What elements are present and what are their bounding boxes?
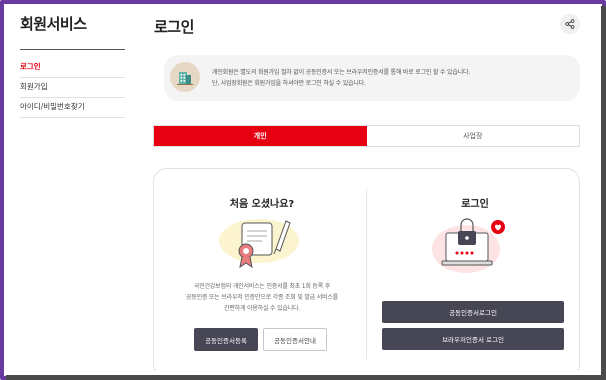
page-title: 로그인 [154, 18, 194, 36]
first-visit-description: 국민건강보험의 개인서비스는 인증서를 최초 1회 등록 후 공동인증 또는 브… [172, 281, 352, 314]
cert-guide-button[interactable]: 공동인증서안내 [263, 328, 327, 351]
sidebar-title: 회원서비스 [20, 15, 87, 33]
member-type-tabs: 개인 사업장 [153, 125, 580, 147]
share-icon [565, 19, 575, 29]
cert-register-button[interactable]: 공동인증서등록 [194, 328, 258, 351]
desc-line: 간편하게 이용하실 수 있습니다. [224, 305, 300, 312]
sidebar-item-login[interactable]: 로그인 [20, 61, 125, 78]
notice-line: 단, 사업장회원은 회원가입을 하셔야만 로그인 하실 수 있습니다. [212, 80, 366, 87]
desc-line: 공동인증 또는 브라우저 인증만으로 각종 조회 및 발급 서비스를 [186, 294, 338, 301]
column-divider [366, 189, 367, 359]
certificate-illustration [214, 209, 304, 274]
cert-login-button[interactable]: 공동인증서로그인 [382, 301, 564, 323]
desc-line: 국민건강보험의 개인서비스는 인증서를 최초 1회 등록 후 [193, 283, 331, 290]
notice-line: 개인회원은 별도의 회원가입 절차 없이 공동인증서 또는 브라우저인증서를 통… [212, 69, 470, 76]
building-icon [170, 62, 200, 92]
frame-shadow [601, 6, 606, 376]
tab-personal[interactable]: 개인 [154, 126, 367, 146]
notice-text: 개인회원은 별도의 회원가입 절차 없이 공동인증서 또는 브라우저인증서를 통… [212, 67, 470, 89]
notice-box: 개인회원은 별도의 회원가입 절차 없이 공동인증서 또는 브라우저인증서를 통… [164, 55, 580, 101]
browser-cert-login-button[interactable]: 브라우저인증서 로그인 [382, 328, 564, 350]
page: 회원서비스 로그인 회원가입 아이디/비밀번호찾기 로그인 개인회원은 별도의 … [4, 4, 597, 371]
frame-shadow [6, 375, 606, 380]
sidebar-item-find-account[interactable]: 아이디/비밀번호찾기 [20, 101, 125, 118]
login-panel: 처음 오셨나요? 국민건강보험의 개인서비스는 인증서를 최초 1회 등록 후 … [153, 168, 580, 371]
share-button[interactable] [560, 14, 580, 34]
sidebar-divider [20, 49, 125, 50]
tab-business[interactable]: 사업장 [367, 126, 580, 146]
login-title: 로그인 [461, 199, 489, 210]
sidebar-item-signup[interactable]: 회원가입 [20, 81, 125, 98]
laptop-lock-illustration [424, 209, 514, 279]
first-visit-title: 처음 오셨나요? [229, 199, 295, 210]
